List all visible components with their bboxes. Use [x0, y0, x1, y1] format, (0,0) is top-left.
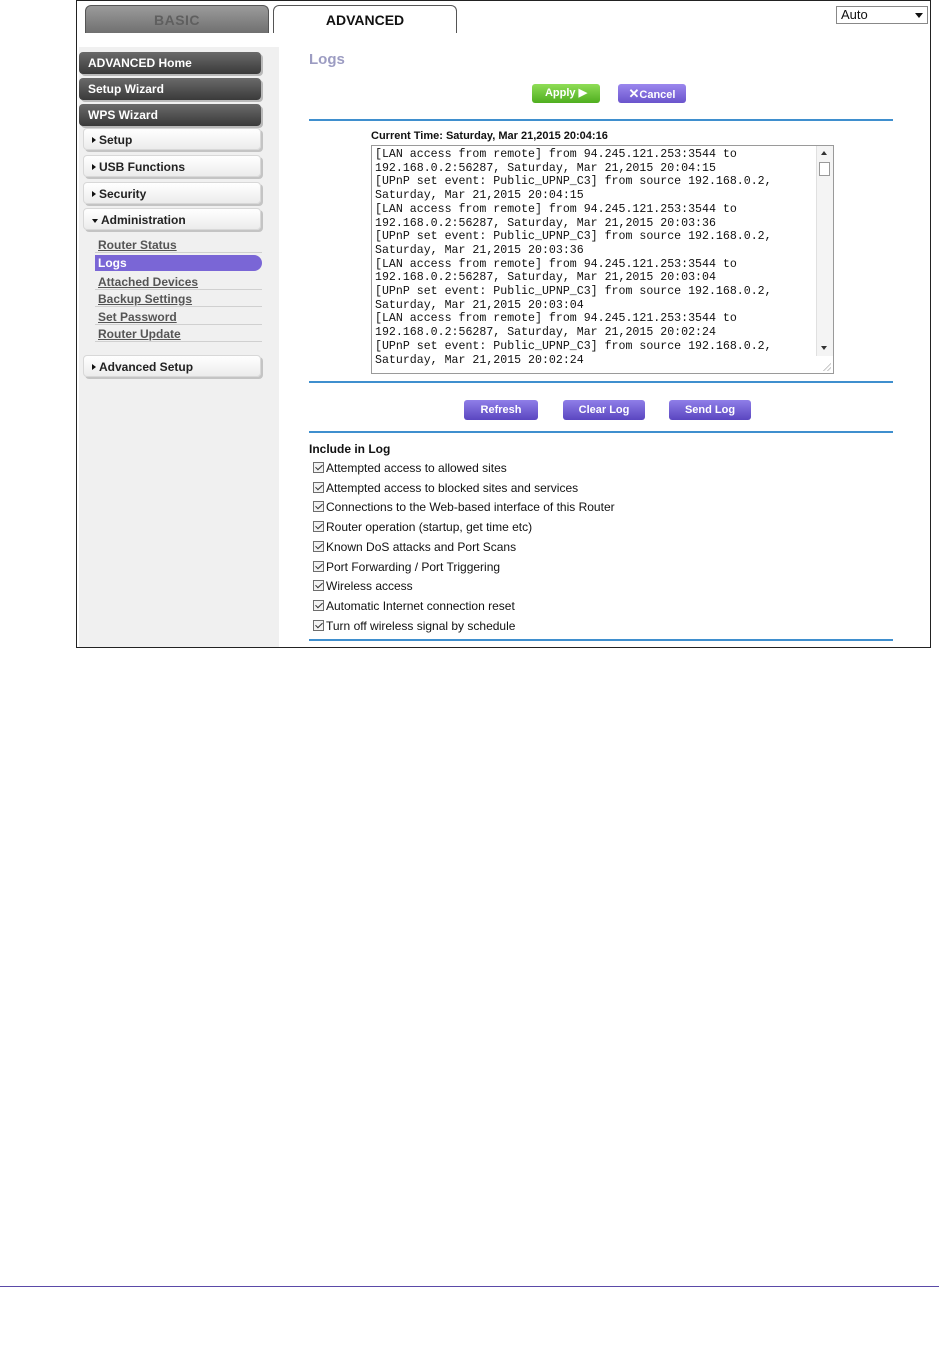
sidebar-advanced-setup-section[interactable]: Advanced Setup	[83, 355, 261, 377]
checkbox[interactable]	[313, 501, 324, 512]
log-line: [UPnP set event: Public_UPNP_C3] from so…	[375, 285, 772, 299]
log-line: Saturday, Mar 21,2015 20:03:04	[375, 298, 584, 312]
log-line: 192.168.0.2:56287, Saturday, Mar 21,2015…	[375, 271, 716, 285]
log-line: Saturday, Mar 21,2015 20:03:36	[375, 243, 584, 257]
divider	[309, 119, 893, 121]
scroll-thumb[interactable]	[819, 162, 830, 176]
clear-log-button[interactable]: Clear Log	[563, 400, 645, 420]
include-option[interactable]: Router operation (startup, get time etc)	[313, 520, 532, 534]
log-scrollbar[interactable]	[816, 146, 833, 356]
log-line: 192.168.0.2:56287, Saturday, Mar 21,2015…	[375, 216, 716, 230]
log-line: [LAN access from remote] from 94.245.121…	[375, 148, 737, 161]
tab-advanced[interactable]: ADVANCED	[273, 5, 457, 34]
sidebar-advanced-home-button[interactable]: ADVANCED Home	[79, 52, 261, 74]
language-select-value: Auto	[841, 7, 868, 22]
tab-basic[interactable]: BASIC	[85, 5, 269, 33]
divider	[309, 431, 893, 433]
log-line: Saturday, Mar 21,2015 20:02:24	[375, 353, 584, 367]
include-option[interactable]: Port Forwarding / Port Triggering	[313, 560, 500, 574]
scroll-up-icon[interactable]	[821, 151, 827, 155]
sidebar-item-backup-settings[interactable]: Backup Settings	[95, 291, 262, 307]
divider	[309, 639, 893, 641]
checkbox[interactable]	[313, 521, 324, 532]
include-option[interactable]: Turn off wireless signal by schedule	[313, 619, 515, 633]
triangle-right-icon	[92, 364, 96, 370]
include-option[interactable]: Attempted access to allowed sites	[313, 461, 507, 475]
sidebar-security-section[interactable]: Security	[83, 182, 261, 204]
page-title: Logs	[309, 51, 345, 68]
sidebar-item-router-status[interactable]: Router Status	[95, 237, 262, 253]
play-arrow-icon: ▶	[578, 87, 588, 99]
sidebar-usb-functions-section[interactable]: USB Functions	[83, 155, 261, 177]
scroll-down-icon[interactable]	[821, 346, 827, 350]
log-textarea[interactable]: [LAN access from remote] from 94.245.121…	[371, 145, 834, 374]
resize-grip-icon[interactable]	[823, 363, 831, 371]
sidebar: ADVANCED Home Setup Wizard WPS Wizard Se…	[79, 47, 279, 647]
log-line: 192.168.0.2:56287, Saturday, Mar 21,2015…	[375, 326, 716, 340]
apply-button[interactable]: Apply ▶	[532, 84, 600, 103]
divider	[309, 381, 893, 383]
log-line: Saturday, Mar 21,2015 20:04:15	[375, 189, 584, 203]
log-line: 192.168.0.2:56287, Saturday, Mar 21,2015…	[375, 161, 716, 175]
log-content: [LAN access from remote] from 94.245.121…	[375, 148, 813, 367]
sidebar-item-set-password[interactable]: Set Password	[95, 309, 262, 325]
sidebar-item-logs[interactable]: Logs	[95, 255, 262, 271]
log-line: [UPnP set event: Public_UPNP_C3] from so…	[375, 175, 772, 189]
sidebar-setup-wizard-button[interactable]: Setup Wizard	[79, 78, 261, 100]
checkbox[interactable]	[313, 580, 324, 591]
log-line: [UPnP set event: Public_UPNP_C3] from so…	[375, 339, 772, 353]
sidebar-setup-section[interactable]: Setup	[83, 128, 261, 150]
checkbox[interactable]	[313, 482, 324, 493]
sidebar-administration-section[interactable]: Administration	[83, 208, 261, 230]
checkbox[interactable]	[313, 620, 324, 631]
router-admin-window: BASIC ADVANCED Auto ADVANCED Home Setup …	[76, 0, 931, 648]
checkbox[interactable]	[313, 462, 324, 473]
log-line: [LAN access from remote] from 94.245.121…	[375, 202, 737, 216]
chevron-down-icon	[915, 13, 923, 18]
checkbox[interactable]	[313, 541, 324, 552]
include-option[interactable]: Automatic Internet connection reset	[313, 599, 515, 613]
include-in-log-title: Include in Log	[309, 442, 391, 456]
main-content: Logs Apply ▶ ✕Cancel Current Time: Satur…	[289, 47, 919, 647]
include-option[interactable]: Known DoS attacks and Port Scans	[313, 540, 516, 554]
checkbox[interactable]	[313, 600, 324, 611]
triangle-down-icon	[92, 219, 98, 223]
cancel-button[interactable]: ✕Cancel	[618, 84, 686, 103]
close-icon: ✕	[628, 86, 640, 101]
refresh-button[interactable]: Refresh	[464, 400, 538, 420]
sidebar-item-router-update[interactable]: Router Update	[95, 326, 262, 342]
include-option[interactable]: Connections to the Web-based interface o…	[313, 500, 615, 514]
triangle-right-icon	[92, 164, 96, 170]
sidebar-wps-wizard-button[interactable]: WPS Wizard	[79, 104, 261, 126]
language-select[interactable]: Auto	[836, 6, 928, 24]
sidebar-item-attached-devices[interactable]: Attached Devices	[95, 274, 262, 290]
page-footer-rule	[0, 1286, 939, 1287]
include-option[interactable]: Wireless access	[313, 579, 413, 593]
triangle-right-icon	[92, 191, 96, 197]
log-line: [UPnP set event: Public_UPNP_C3] from so…	[375, 230, 772, 244]
log-line: [LAN access from remote] from 94.245.121…	[375, 312, 737, 326]
log-line: [LAN access from remote] from 94.245.121…	[375, 257, 737, 271]
send-log-button[interactable]: Send Log	[669, 400, 751, 420]
current-time: Current Time: Saturday, Mar 21,2015 20:0…	[371, 130, 608, 142]
include-option[interactable]: Attempted access to blocked sites and se…	[313, 481, 578, 495]
checkbox[interactable]	[313, 561, 324, 572]
triangle-right-icon	[92, 137, 96, 143]
